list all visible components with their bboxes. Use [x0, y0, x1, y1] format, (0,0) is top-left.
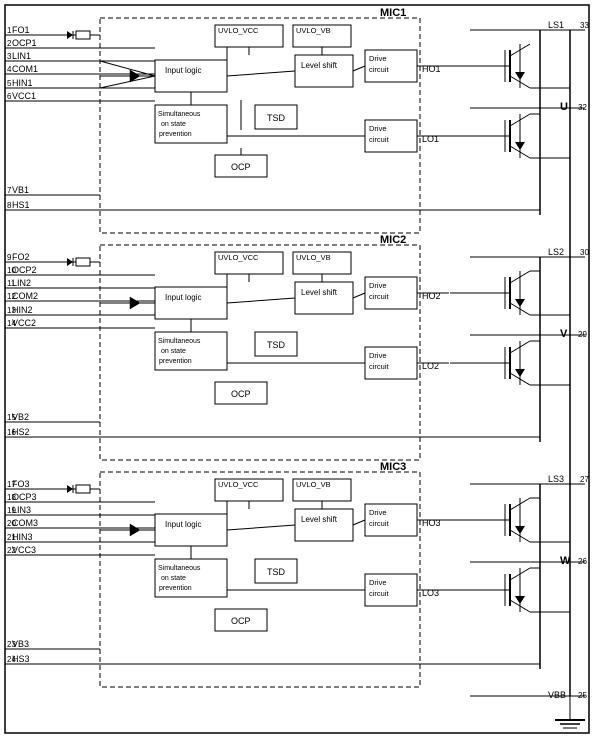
- pin30: 30: [580, 248, 589, 257]
- uvlo-vcc-1: UVLO_VCC: [218, 26, 259, 35]
- level-shift-3: Level shift: [301, 515, 338, 524]
- pin14: 14: [7, 319, 16, 328]
- pin20: 20: [7, 519, 16, 528]
- ocp1-label: OCP1: [12, 38, 37, 48]
- simul-1c: prevention: [159, 131, 192, 138]
- pin24: 24: [7, 655, 16, 664]
- com1-label: COM1: [12, 64, 38, 74]
- input-logic-2: Input logic: [165, 293, 201, 302]
- pin10: 10: [7, 266, 16, 275]
- pin13: 13: [7, 306, 16, 315]
- vbb-label: VBB: [548, 690, 566, 700]
- input-logic-3: Input logic: [165, 520, 201, 529]
- hs1-label: HS1: [12, 200, 30, 210]
- ocp-2: OCP: [231, 389, 251, 399]
- pin11: 11: [7, 279, 16, 288]
- pin5: 5: [7, 79, 12, 88]
- drive-l1: Drive: [369, 124, 387, 133]
- simul-2c: prevention: [159, 358, 192, 365]
- vcc1-label: VCC1: [12, 91, 36, 101]
- u-label: U: [560, 101, 568, 113]
- tsd-1: TSD: [267, 113, 286, 123]
- pin19: 19: [7, 506, 16, 515]
- uvlo-vb-3: UVLO_VB: [296, 480, 331, 489]
- drive-h2b: circuit: [369, 292, 390, 301]
- mic2-label: MIC2: [380, 234, 406, 246]
- drive-l3: Drive: [369, 578, 387, 587]
- drive-l1b: circuit: [369, 135, 390, 144]
- circuit-diagram: MIC1 UVLO_VCC UVLO_VB Level shift Drive …: [0, 0, 594, 738]
- pin6: 6: [7, 92, 12, 101]
- lin1-label: LIN1: [12, 51, 31, 61]
- uvlo-vb-1: UVLO_VB: [296, 26, 331, 35]
- drive-h3: Drive: [369, 508, 387, 517]
- pin27: 27: [580, 475, 589, 484]
- pin7: 7: [7, 186, 12, 195]
- uvlo-vb-2: UVLO_VB: [296, 253, 331, 262]
- drive-l2b: circuit: [369, 362, 390, 371]
- simul-3b: on state: [161, 575, 186, 582]
- pin16: 16: [7, 428, 16, 437]
- drive-h1b: circuit: [369, 65, 390, 74]
- pin1: 1: [7, 26, 12, 35]
- simul-2b: on state: [161, 348, 186, 355]
- ls1-label: LS1: [548, 20, 564, 30]
- vb1-label: VB1: [12, 185, 29, 195]
- level-shift-2: Level shift: [301, 288, 338, 297]
- ocp-3: OCP: [231, 616, 251, 626]
- pin2: 2: [7, 39, 12, 48]
- uvlo-vcc-3: UVLO_VCC: [218, 480, 259, 489]
- pin33: 33: [580, 21, 589, 30]
- pin3: 3: [7, 52, 12, 61]
- mic3-label: MIC3: [380, 461, 406, 473]
- ls3-label: LS3: [548, 474, 564, 484]
- simul-2: Simultaneous: [158, 338, 201, 345]
- v-label: V: [560, 328, 568, 340]
- simul-1: Simultaneous: [158, 111, 201, 118]
- simul-3: Simultaneous: [158, 565, 201, 572]
- input-logic-1: Input logic: [165, 66, 201, 75]
- drive-h3b: circuit: [369, 519, 390, 528]
- drive-h1: Drive: [369, 54, 387, 63]
- fo2-label: FO2: [12, 252, 30, 262]
- simul-3c: prevention: [159, 585, 192, 592]
- mic1-label: MIC1: [380, 7, 406, 19]
- hin1-label: HIN1: [12, 78, 33, 88]
- tsd-3: TSD: [267, 567, 286, 577]
- pin22: 22: [7, 546, 16, 555]
- level-shift-1: Level shift: [301, 61, 338, 70]
- drive-l3b: circuit: [369, 589, 390, 598]
- pin17: 17: [7, 480, 16, 489]
- pin9: 9: [7, 253, 12, 262]
- pin12: 12: [7, 292, 16, 301]
- fo1-label: FO1: [12, 25, 30, 35]
- tsd-2: TSD: [267, 340, 286, 350]
- pin21: 21: [7, 533, 16, 542]
- simul-1b: on state: [161, 121, 186, 128]
- drive-h2: Drive: [369, 281, 387, 290]
- uvlo-vcc-2: UVLO_VCC: [218, 253, 259, 262]
- pin18: 18: [7, 493, 16, 502]
- ls2-label: LS2: [548, 247, 564, 257]
- ocp-1: OCP: [231, 162, 251, 172]
- pin4: 4: [7, 65, 12, 74]
- pin15: 15: [7, 413, 16, 422]
- pin23: 23: [7, 640, 16, 649]
- drive-l2: Drive: [369, 351, 387, 360]
- pin8: 8: [7, 201, 12, 210]
